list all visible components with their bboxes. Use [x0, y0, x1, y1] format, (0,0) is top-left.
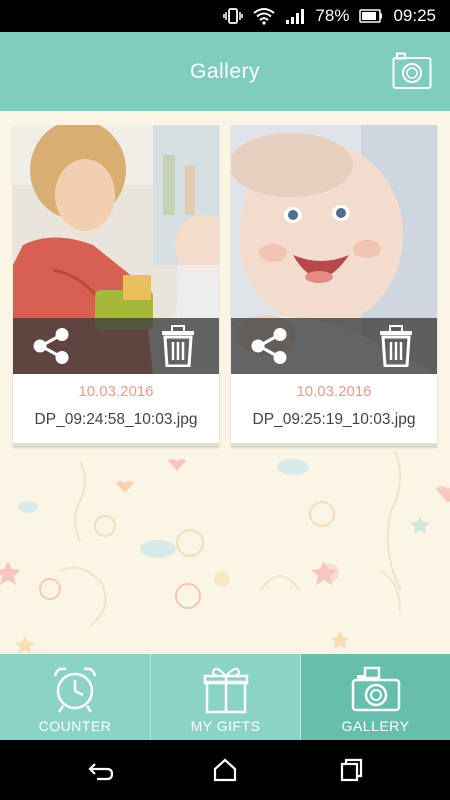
photo-action-bar: [231, 318, 437, 374]
tab-counter[interactable]: COUNTER: [0, 654, 150, 740]
back-button[interactable]: [87, 758, 115, 782]
photo-date: 10.03.2016: [78, 383, 154, 400]
photo-filename: DP_09:25:19_10:03.jpg: [252, 411, 416, 428]
share-button[interactable]: [31, 328, 71, 364]
signal-icon: [285, 7, 305, 25]
card-divider: [13, 443, 219, 446]
alarm-clock-icon: [51, 664, 99, 719]
home-icon: [213, 758, 237, 782]
camera-icon: [392, 52, 432, 89]
camera-button[interactable]: [392, 52, 432, 90]
trash-icon: [162, 325, 194, 368]
gallery-content: 10.03.2016 DP_09:24:58_10:03.jpg 10.03.2…: [0, 111, 450, 654]
camera-icon: [351, 664, 401, 717]
share-button[interactable]: [249, 328, 289, 364]
delete-button[interactable]: [161, 325, 195, 368]
delete-button[interactable]: [379, 325, 413, 368]
photo-date: 10.03.2016: [296, 383, 372, 400]
clock: 09:25: [393, 6, 436, 25]
photo-filename: DP_09:24:58_10:03.jpg: [34, 411, 198, 428]
photo-action-bar: [13, 318, 219, 374]
gift-icon: [203, 664, 249, 719]
vibrate-icon: [223, 7, 244, 25]
system-nav-bar: [0, 740, 450, 800]
tab-label: MY GIFTS: [190, 718, 261, 734]
gallery-item[interactable]: 10.03.2016 DP_09:25:19_10:03.jpg: [231, 125, 437, 446]
page-title: Gallery: [189, 60, 261, 83]
bottom-tab-bar: COUNTER MY GIFTS GALLERY: [0, 654, 450, 740]
trash-icon: [380, 325, 412, 368]
recents-icon: [340, 758, 363, 782]
battery-icon: [359, 9, 383, 23]
tab-my-gifts[interactable]: MY GIFTS: [150, 654, 300, 740]
card-divider: [231, 443, 437, 446]
battery-percent: 78%: [315, 6, 350, 25]
recents-button[interactable]: [337, 758, 365, 782]
share-icon: [251, 328, 287, 364]
tab-gallery[interactable]: GALLERY: [300, 654, 450, 740]
share-icon: [33, 328, 69, 364]
status-bar: 78% 09:25: [0, 0, 450, 32]
tab-label: COUNTER: [38, 718, 112, 734]
tab-label: GALLERY: [341, 718, 410, 734]
gallery-item[interactable]: 10.03.2016 DP_09:24:58_10:03.jpg: [13, 125, 219, 446]
back-icon: [88, 763, 114, 781]
wifi-icon: [253, 7, 276, 25]
app-header: Gallery: [0, 32, 450, 111]
home-button[interactable]: [211, 758, 239, 782]
